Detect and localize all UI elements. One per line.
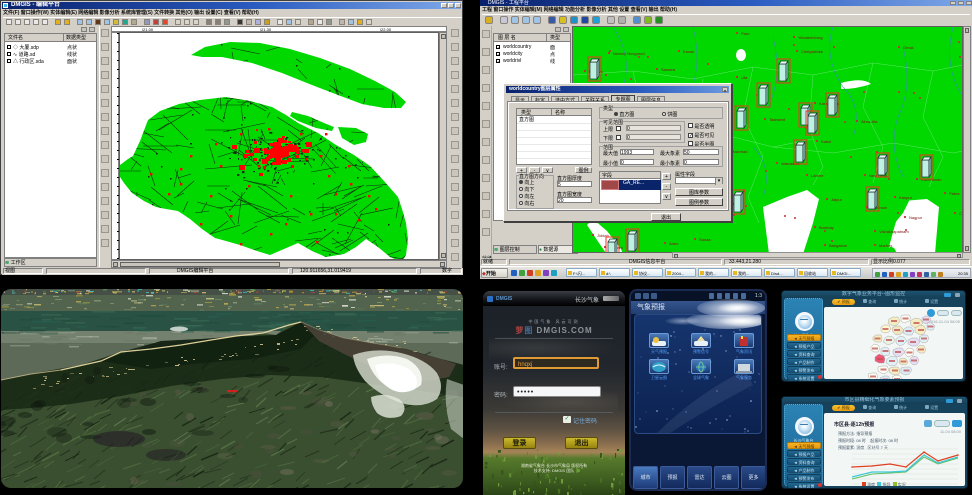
svg-text:Aden: Aden [669,241,678,246]
svg-text:Bangalore: Bangalore [829,243,848,248]
svg-text:Nizhniy Novgorod: Nizhniy Novgorod [613,51,645,56]
svg-text:Kazan: Kazan [683,49,694,54]
svg-text:Jaipur: Jaipur [831,197,843,202]
svg-text:Yekaterinburg: Yekaterinburg [798,35,823,40]
svg-text:Patna: Patna [949,191,960,196]
svg-text:Nagpur: Nagpur [909,215,923,220]
svg-text:Omsk: Omsk [903,45,913,50]
svg-text:Ufa: Ufa [741,75,748,80]
svg-text:Mashhad: Mashhad [731,149,747,154]
svg-text:Alma-Ata: Alma-Ata [861,119,878,124]
svg-text:Kabul: Kabul [821,139,831,144]
svg-text:Vishakhapatnam: Vishakhapatnam [879,229,909,234]
svg-text:Madras: Madras [879,243,892,248]
svg-text:Chelyabinsk: Chelyabinsk [801,49,823,54]
svg-text:Tashkent: Tashkent [769,117,786,122]
svg-text:Bombay: Bombay [819,225,834,230]
svg-text:Kanpur: Kanpur [899,195,913,200]
svg-text:Sanaa: Sanaa [699,237,711,242]
svg-text:Samara: Samara [661,67,676,72]
svg-text:Lahore: Lahore [811,173,824,178]
svg-text:Paro: Paro [741,31,750,36]
